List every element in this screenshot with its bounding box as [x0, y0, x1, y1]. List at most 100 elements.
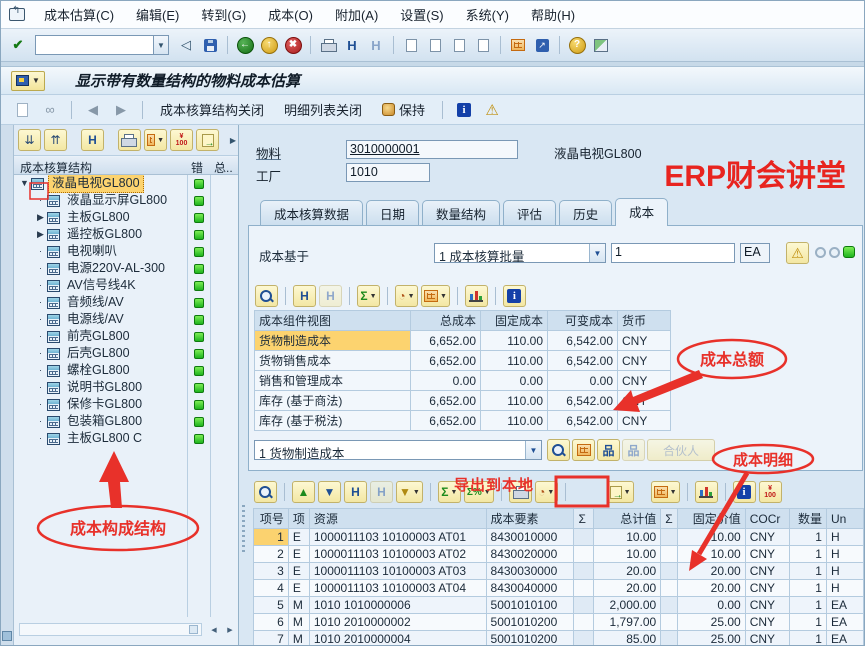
- export-button[interactable]: ▼: [607, 481, 634, 503]
- tree-item-label[interactable]: 主板GL800 C: [64, 430, 145, 447]
- scrollbar-thumb[interactable]: [189, 625, 198, 634]
- grid-graphic-button[interactable]: [695, 481, 718, 503]
- tree-item[interactable]: ▼ 液晶电视GL800: [14, 175, 238, 192]
- exit-button[interactable]: ↑: [258, 34, 280, 56]
- col-unit[interactable]: Un: [826, 509, 863, 529]
- lot-qty-input[interactable]: 1: [611, 243, 735, 263]
- expand-all-button[interactable]: ⇊: [18, 129, 41, 151]
- col-fixed[interactable]: 固定成本: [481, 311, 548, 331]
- tree-item-label[interactable]: 后壳GL800: [64, 345, 133, 362]
- col-category[interactable]: 项: [288, 509, 309, 529]
- tree-item-label[interactable]: 前壳GL800: [64, 328, 133, 345]
- first-page-button[interactable]: [400, 34, 422, 56]
- tree-item-label[interactable]: 音频线/AV: [64, 294, 127, 311]
- detail-table-row[interactable]: 3E1000011103 10100003 AT03843003000020.0…: [254, 563, 864, 580]
- command-dropdown-icon[interactable]: ▼: [153, 35, 169, 55]
- new-session-button[interactable]: [507, 34, 529, 56]
- cost-table-row[interactable]: 货物销售成本6,652.00110.006,542.00CNY: [255, 351, 671, 371]
- find-button[interactable]: H: [341, 34, 363, 56]
- material-input[interactable]: 3010000001: [346, 140, 518, 159]
- tree-item-label[interactable]: 电视喇叭: [64, 243, 120, 260]
- menu-item[interactable]: 成本估算(C): [33, 1, 125, 28]
- view-info-button[interactable]: i: [503, 285, 526, 307]
- tree-item[interactable]: ·保修卡GL800: [14, 396, 238, 413]
- tab-成本核算数据[interactable]: 成本核算数据: [260, 200, 363, 226]
- grid-views-button[interactable]: ◔▼: [535, 481, 558, 503]
- tab-历史[interactable]: 历史: [559, 200, 612, 226]
- tree-item-label[interactable]: AV信号线4K: [64, 277, 139, 294]
- menu-item[interactable]: 帮助(H): [520, 1, 586, 28]
- grid-info-button[interactable]: i: [733, 481, 756, 503]
- menu-item[interactable]: 编辑(E): [125, 1, 190, 28]
- command-field[interactable]: [35, 35, 153, 55]
- tree-print-button[interactable]: ▼: [118, 129, 141, 151]
- tree-item[interactable]: ·包装箱GL800: [14, 413, 238, 430]
- tree-item[interactable]: ·说明书GL800: [14, 379, 238, 396]
- view-graphic-button[interactable]: [465, 285, 488, 307]
- tree-item[interactable]: ·AV信号线4K: [14, 277, 238, 294]
- sort-desc-button[interactable]: ▼: [318, 481, 341, 503]
- last-page-button[interactable]: [472, 34, 494, 56]
- scroll-left-icon[interactable]: ◀: [207, 623, 221, 636]
- filter-button[interactable]: ▼▼: [396, 481, 423, 503]
- col-total[interactable]: 总成本: [411, 311, 481, 331]
- col-variable[interactable]: 可变成本: [548, 311, 618, 331]
- tree-item[interactable]: ·前壳GL800: [14, 328, 238, 345]
- system-menu-icon[interactable]: [9, 8, 25, 21]
- log-messages-button[interactable]: ⚠: [786, 242, 809, 264]
- panel-splitter[interactable]: [239, 125, 248, 645]
- detail-table-row[interactable]: 7M1010 2010000004500101020085.0025.00CNY…: [254, 631, 864, 646]
- menu-item[interactable]: 成本(O): [257, 1, 324, 28]
- partner-button[interactable]: 合伙人: [647, 439, 715, 461]
- tree-item-label[interactable]: 电源220V-AL-300: [64, 260, 168, 277]
- help-button[interactable]: ?: [566, 34, 588, 56]
- cost-table-row[interactable]: 货物制造成本6,652.00110.006,542.00CNY: [255, 331, 671, 351]
- print-button[interactable]: [317, 34, 339, 56]
- back-button[interactable]: ←: [234, 34, 256, 56]
- unit-field[interactable]: EA: [740, 243, 770, 263]
- menu-item[interactable]: 设置(S): [389, 1, 454, 28]
- menu-item[interactable]: 附加(A): [324, 1, 389, 28]
- tree-item-label[interactable]: 电源线/AV: [64, 311, 127, 328]
- tree-item-label[interactable]: 主板GL800: [64, 209, 133, 226]
- view-layout-button[interactable]: ▼: [421, 285, 450, 307]
- tree-hscrollbar[interactable]: [19, 623, 202, 636]
- cost-table-row[interactable]: 库存 (基于商法)6,652.00110.006,542.00CNY: [255, 391, 671, 411]
- col-sigma1[interactable]: Σ: [574, 509, 594, 529]
- tab-评估[interactable]: 评估: [503, 200, 556, 226]
- tree-item[interactable]: ▶ 主板GL800: [14, 209, 238, 226]
- cost-view-select[interactable]: 1 货物制造成本▼: [254, 440, 542, 460]
- tree-item-label[interactable]: 说明书GL800: [64, 379, 145, 396]
- tab-日期[interactable]: 日期: [366, 200, 419, 226]
- tree-collapsed-icon[interactable]: ▶: [34, 209, 47, 226]
- detail-table-row[interactable]: 4E1000011103 10100003 AT04843004000020.0…: [254, 580, 864, 597]
- tree-export-button[interactable]: [196, 129, 219, 151]
- detail-magnifier-button[interactable]: [255, 285, 278, 307]
- tab-成本[interactable]: 成本: [615, 198, 668, 226]
- back-triangle-icon[interactable]: ◁: [175, 34, 197, 56]
- shortcut-button[interactable]: ↗: [531, 34, 553, 56]
- close-detail-list-button[interactable]: 明细列表关闭: [277, 97, 369, 122]
- tree-item-label[interactable]: 液晶电视GL800: [48, 175, 144, 193]
- previous-item-button[interactable]: ◀: [82, 99, 104, 121]
- find-next-button[interactable]: H: [365, 34, 387, 56]
- tree-item[interactable]: ·电视喇叭: [14, 243, 238, 260]
- next-item-button[interactable]: ▶: [110, 99, 132, 121]
- cancel-button[interactable]: ✖: [282, 34, 304, 56]
- view-find-button[interactable]: H: [293, 285, 316, 307]
- footer-hierarchy2-button[interactable]: 品: [622, 439, 645, 461]
- next-page-button[interactable]: [448, 34, 470, 56]
- detail-table-row[interactable]: 6M1010 201000000250010102001,797.0025.00…: [254, 614, 864, 631]
- display-glasses-button[interactable]: ∞: [39, 99, 61, 121]
- tree-item[interactable]: ·主板GL800 C: [14, 430, 238, 447]
- view-find-next-button[interactable]: H: [319, 285, 342, 307]
- view-views-button[interactable]: ◔▼: [395, 285, 418, 307]
- tree-layout-button[interactable]: ▼: [144, 129, 167, 151]
- tree-item-label[interactable]: 包装箱GL800: [64, 413, 145, 430]
- col-cost-element[interactable]: 成本要素: [486, 509, 574, 529]
- tree-expanded-icon[interactable]: ▼: [18, 175, 31, 192]
- grid-layout-button[interactable]: ▼: [651, 481, 680, 503]
- col-view[interactable]: 成本组件视图: [255, 311, 411, 331]
- view-sum-button[interactable]: Σ▼: [357, 285, 380, 307]
- footer-hierarchy-button[interactable]: 品: [597, 439, 620, 461]
